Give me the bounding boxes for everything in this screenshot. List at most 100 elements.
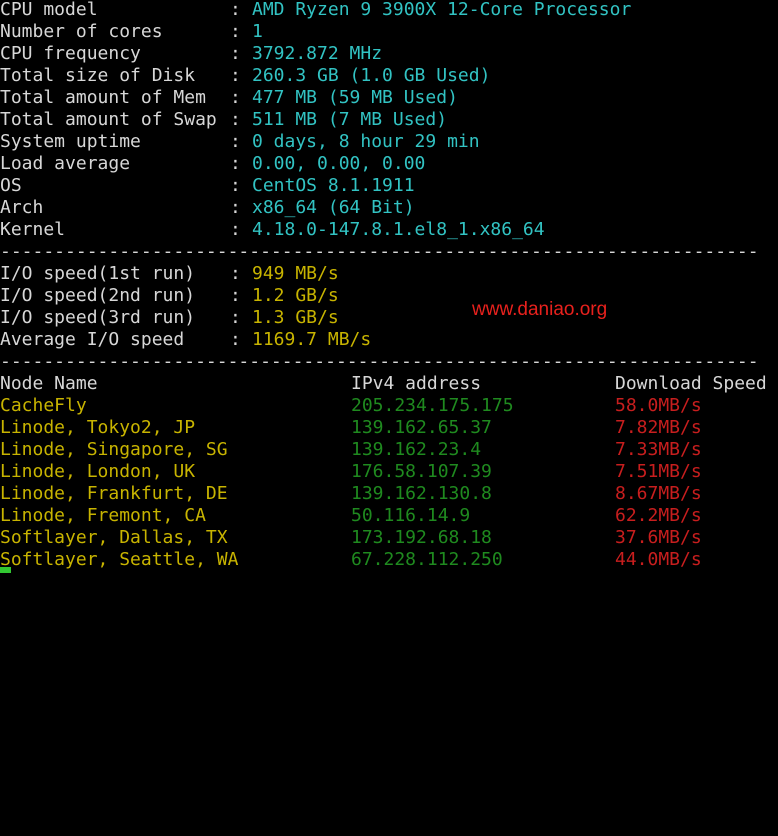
sysinfo-label: Kernel bbox=[0, 219, 66, 240]
sysinfo-value: x86_64 (64 Bit) bbox=[252, 197, 415, 218]
colon: : bbox=[230, 197, 241, 218]
sysinfo-value: 0.00, 0.00, 0.00 bbox=[252, 153, 426, 174]
ipv4-address: 67.228.112.250 bbox=[351, 549, 503, 570]
ipv4-address: 139.162.130.8 bbox=[351, 483, 492, 504]
sysinfo-row: Total amount of Mem : 477 MB (59 MB Used… bbox=[0, 87, 458, 109]
sysinfo-row: CPU frequency : 3792.872 MHz bbox=[0, 43, 382, 65]
colon: : bbox=[230, 175, 241, 196]
ipv4-address: 139.162.65.37 bbox=[351, 417, 492, 438]
column-header-ip: IPv4 address bbox=[351, 373, 482, 394]
download-speed: 44.0MB/s bbox=[615, 549, 702, 570]
node-name: Linode, Tokyo2, JP bbox=[0, 417, 196, 438]
sysinfo-value: 3792.872 MHz bbox=[252, 43, 383, 64]
colon: : bbox=[230, 285, 241, 306]
sysinfo-label: Load average bbox=[0, 153, 131, 174]
colon: : bbox=[230, 307, 241, 328]
colon: : bbox=[230, 65, 241, 86]
download-speed: 7.82MB/s bbox=[615, 417, 702, 438]
sysinfo-label: System uptime bbox=[0, 131, 141, 152]
download-speed: 7.33MB/s bbox=[615, 439, 702, 460]
colon: : bbox=[230, 87, 241, 108]
sysinfo-row: System uptime : 0 days, 8 hour 29 min bbox=[0, 131, 480, 153]
colon: : bbox=[230, 43, 241, 64]
node-name: Linode, Fremont, CA bbox=[0, 505, 206, 526]
download-speed: 62.2MB/s bbox=[615, 505, 702, 526]
colon: : bbox=[230, 153, 241, 174]
sysinfo-value: 1 bbox=[252, 21, 263, 42]
ipv4-address: 205.234.175.175 bbox=[351, 395, 514, 416]
column-header-node: Node Name bbox=[0, 373, 98, 394]
node-name: Linode, London, UK bbox=[0, 461, 196, 482]
download-speed: 37.6MB/s bbox=[615, 527, 702, 548]
table-header-row: Node Name IPv4 address Download Speed bbox=[0, 373, 767, 395]
io-row: I/O speed(1st run) : 949 MB/s bbox=[0, 263, 339, 285]
io-label: I/O speed(2nd run) bbox=[0, 285, 196, 306]
sysinfo-row: Total size of Disk : 260.3 GB (1.0 GB Us… bbox=[0, 65, 490, 87]
sysinfo-value: 260.3 GB (1.0 GB Used) bbox=[252, 65, 491, 86]
sysinfo-value: 477 MB (59 MB Used) bbox=[252, 87, 458, 108]
colon: : bbox=[230, 131, 241, 152]
download-speed: 58.0MB/s bbox=[615, 395, 702, 416]
sysinfo-value: 4.18.0-147.8.1.el8_1.x86_64 bbox=[252, 219, 545, 240]
sysinfo-label: Arch bbox=[0, 197, 44, 218]
sysinfo-row: Arch : x86_64 (64 Bit) bbox=[0, 197, 415, 219]
sysinfo-row: OS : CentOS 8.1.1911 bbox=[0, 175, 415, 197]
table-row: Linode, Fremont, CA 50.116.14.9 62.2MB/s bbox=[0, 505, 702, 527]
sysinfo-label: Total size of Disk bbox=[0, 65, 196, 86]
io-value: 1169.7 MB/s bbox=[252, 329, 372, 350]
sysinfo-row: Number of cores : 1 bbox=[0, 21, 263, 43]
colon: : bbox=[230, 263, 241, 284]
table-row: Softlayer, Dallas, TX 173.192.68.18 37.6… bbox=[0, 527, 702, 549]
table-row: Linode, Tokyo2, JP 139.162.65.37 7.82MB/… bbox=[0, 417, 702, 439]
io-value: 1.2 GB/s bbox=[252, 285, 339, 306]
io-value: 949 MB/s bbox=[252, 263, 339, 284]
table-row: Linode, London, UK 176.58.107.39 7.51MB/… bbox=[0, 461, 702, 483]
separator-line: ----------------------------------------… bbox=[0, 351, 759, 372]
sysinfo-value: 511 MB (7 MB Used) bbox=[252, 109, 448, 130]
ipv4-address: 173.192.68.18 bbox=[351, 527, 492, 548]
node-name: Softlayer, Dallas, TX bbox=[0, 527, 228, 548]
io-label: I/O speed(1st run) bbox=[0, 263, 196, 284]
colon: : bbox=[230, 219, 241, 240]
node-name: CacheFly bbox=[0, 395, 87, 416]
sysinfo-value: AMD Ryzen 9 3900X 12-Core Processor bbox=[252, 0, 632, 20]
column-header-speed: Download Speed bbox=[615, 373, 767, 394]
io-row: I/O speed(3rd run) : 1.3 GB/s bbox=[0, 307, 339, 329]
terminal-cursor bbox=[0, 567, 11, 573]
separator-line: ----------------------------------------… bbox=[0, 241, 759, 262]
sysinfo-row: Load average : 0.00, 0.00, 0.00 bbox=[0, 153, 425, 175]
io-row: I/O speed(2nd run) : 1.2 GB/s bbox=[0, 285, 339, 307]
colon: : bbox=[230, 109, 241, 130]
sysinfo-row: Kernel : 4.18.0-147.8.1.el8_1.x86_64 bbox=[0, 219, 545, 241]
table-row: Linode, Frankfurt, DE 139.162.130.8 8.67… bbox=[0, 483, 702, 505]
io-label: Average I/O speed bbox=[0, 329, 185, 350]
sysinfo-row: Total amount of Swap : 511 MB (7 MB Used… bbox=[0, 109, 447, 131]
ipv4-address: 50.116.14.9 bbox=[351, 505, 471, 526]
colon: : bbox=[230, 329, 241, 350]
sysinfo-value: CentOS 8.1.1911 bbox=[252, 175, 415, 196]
node-name: Linode, Frankfurt, DE bbox=[0, 483, 228, 504]
colon: : bbox=[230, 0, 241, 20]
download-speed: 8.67MB/s bbox=[615, 483, 702, 504]
sysinfo-row: CPU model : AMD Ryzen 9 3900X 12-Core Pr… bbox=[0, 0, 631, 21]
io-label: I/O speed(3rd run) bbox=[0, 307, 196, 328]
download-speed: 7.51MB/s bbox=[615, 461, 702, 482]
node-name: Linode, Singapore, SG bbox=[0, 439, 228, 460]
table-row: CacheFly 205.234.175.175 58.0MB/s bbox=[0, 395, 702, 417]
watermark: www.daniao.org bbox=[472, 299, 608, 320]
sysinfo-label: CPU frequency bbox=[0, 43, 141, 64]
sysinfo-value: 0 days, 8 hour 29 min bbox=[252, 131, 480, 152]
terminal-window[interactable]: CPU model : AMD Ryzen 9 3900X 12-Core Pr… bbox=[0, 0, 778, 573]
ipv4-address: 176.58.107.39 bbox=[351, 461, 492, 482]
table-row: Linode, Singapore, SG 139.162.23.4 7.33M… bbox=[0, 439, 702, 461]
sysinfo-label: Total amount of Mem bbox=[0, 87, 206, 108]
ipv4-address: 139.162.23.4 bbox=[351, 439, 482, 460]
sysinfo-label: CPU model bbox=[0, 0, 98, 20]
colon: : bbox=[230, 21, 241, 42]
io-row: Average I/O speed : 1169.7 MB/s bbox=[0, 329, 371, 351]
sysinfo-label: Number of cores bbox=[0, 21, 163, 42]
sysinfo-label: Total amount of Swap bbox=[0, 109, 217, 130]
sysinfo-label: OS bbox=[0, 175, 22, 196]
io-value: 1.3 GB/s bbox=[252, 307, 339, 328]
node-name: Softlayer, Seattle, WA bbox=[0, 549, 239, 570]
